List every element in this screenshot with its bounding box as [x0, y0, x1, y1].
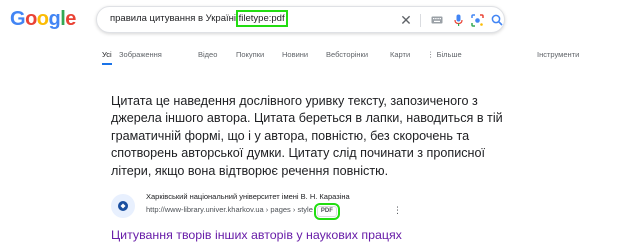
keyboard-icon[interactable] [430, 12, 444, 28]
google-logo[interactable]: Google [10, 8, 76, 31]
tab-videos[interactable]: Відео [198, 50, 217, 59]
logo-letter: o [36, 8, 49, 30]
search-input[interactable]: правила цитування в Україні filetype:pdf [110, 10, 288, 27]
query-filetype-highlight: filetype:pdf [235, 10, 288, 27]
featured-snippet: Цитата це наведення дослівного уривку те… [111, 94, 503, 178]
logo-letter: G [10, 8, 26, 30]
divider [420, 14, 421, 27]
query-text: правила цитування в Україні [110, 13, 239, 24]
tab-news[interactable]: Новини [282, 50, 308, 59]
search-icon[interactable] [490, 12, 504, 28]
logo-letter: e [65, 8, 76, 30]
tab-all[interactable]: Усі [102, 50, 112, 65]
pdf-badge: PDF [313, 203, 340, 220]
site-favicon [111, 194, 135, 218]
mic-icon[interactable] [452, 12, 464, 28]
search-box[interactable]: правила цитування в Україні filetype:pdf… [96, 6, 505, 33]
tab-maps[interactable]: Карти [390, 50, 410, 59]
tab-more[interactable]: ⋮ Більше [427, 50, 462, 59]
tab-images[interactable]: Зображення [119, 50, 162, 59]
search-tabs: Усі Зображення Відео Покупки Новини Вебс… [102, 50, 631, 70]
source-url: http://www-library.univer.kharkov.ua › p… [146, 203, 340, 220]
result-source[interactable]: Харківський національний університет іме… [111, 192, 471, 222]
source-name: Харківський національний університет іме… [146, 192, 350, 201]
lens-icon[interactable] [470, 12, 484, 28]
close-icon[interactable]: ✕ [398, 12, 414, 28]
logo-letter: g [48, 8, 61, 30]
tab-tools[interactable]: Інструменти [537, 50, 579, 59]
logo-letter: o [25, 8, 37, 30]
tab-web[interactable]: Вебсторінки [326, 50, 368, 59]
tab-shopping[interactable]: Покупки [236, 50, 264, 59]
more-vert-icon[interactable]: ⋮ [393, 205, 402, 216]
result-title-link[interactable]: Цитування творів інших авторів у наукови… [111, 228, 402, 242]
source-url-text: http://www-library.univer.kharkov.ua › p… [146, 205, 313, 214]
